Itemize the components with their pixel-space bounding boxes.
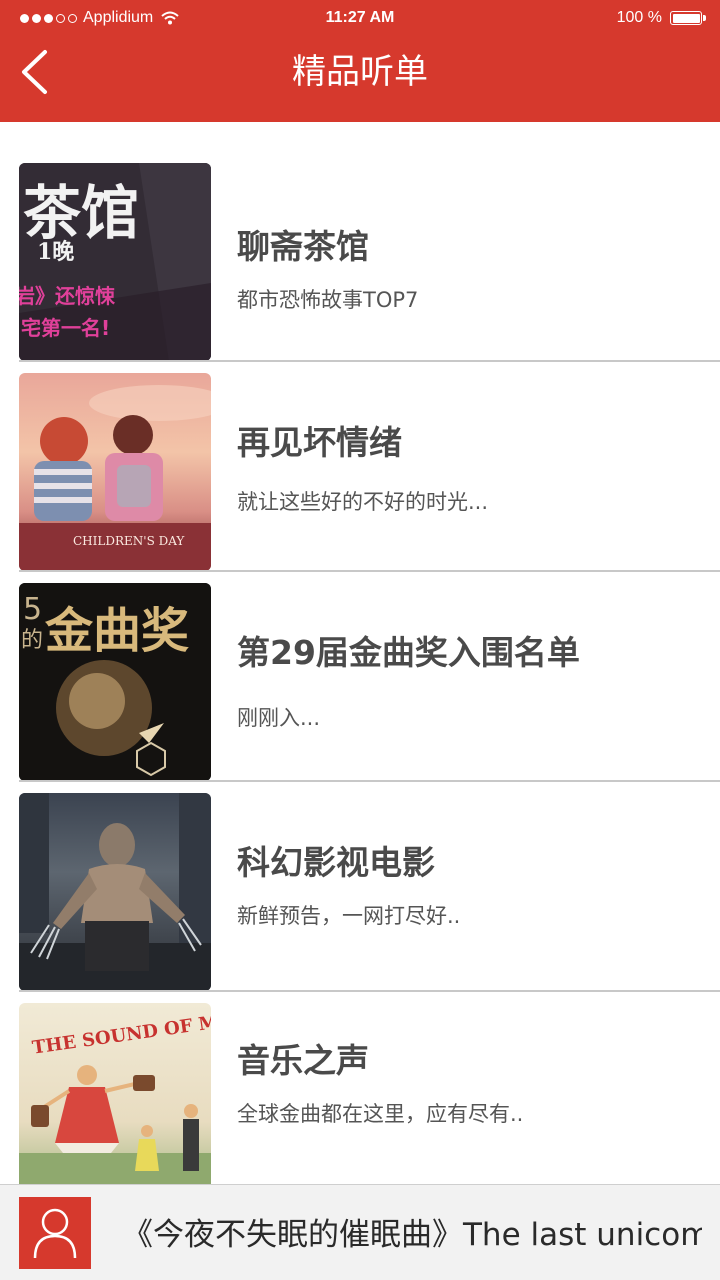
- list-item[interactable]: 茶馆 1晚 岩》还惊悚 宅第一名! 聊斋茶馆 都市恐怖故事TOP7: [0, 152, 720, 362]
- item-subtitle: 就让这些好的不好的时光...: [237, 490, 489, 514]
- item-subtitle: 新鲜预告，一网打尽好..: [237, 904, 461, 928]
- item-title: 科幻影视电影: [237, 843, 435, 882]
- cover-image: THE SOUND OF MUSIC: [19, 1003, 211, 1201]
- status-bar: Applidium 11:27 AM 100 %: [0, 0, 720, 36]
- cover-text: 宅第一名!: [21, 316, 110, 340]
- item-subtitle: 都市恐怖故事TOP7: [237, 288, 419, 312]
- battery-percent: 100 %: [616, 9, 662, 26]
- cover-text: 5: [23, 592, 42, 627]
- item-title: 第29届金曲奖入围名单: [237, 633, 580, 672]
- cover-text: 的: [21, 628, 43, 653]
- list-item[interactable]: THE SOUND OF MUSIC 音乐之声 全球金曲都在这里，应有尽有..: [0, 992, 720, 1202]
- cover-image: 5 的 金曲奖: [19, 583, 211, 781]
- status-time: 11:27 AM: [325, 9, 395, 26]
- cover-image: CHILDREN'S DAY: [19, 373, 211, 571]
- user-icon: [33, 1208, 77, 1259]
- now-playing-title[interactable]: 《今夜不失眠的催眠曲》The last unicom ..: [122, 1209, 702, 1254]
- cover-text: 岩》还惊悚: [19, 284, 116, 308]
- cover-text: 茶馆: [23, 179, 139, 247]
- cover-image: 茶馆 1晚 岩》还惊悚 宅第一名!: [19, 163, 211, 361]
- cover-image: [19, 793, 211, 991]
- list-item[interactable]: 5 的 金曲奖 第29届金曲奖入围名单 刚刚入...: [0, 572, 720, 782]
- cover-text: 金曲奖: [44, 603, 189, 659]
- app-header: Applidium 11:27 AM 100 % 精品听单: [0, 0, 720, 122]
- item-subtitle: 刚刚入...: [237, 706, 321, 730]
- now-playing-bar[interactable]: 《今夜不失眠的催眠曲》The last unicom ..: [0, 1184, 720, 1280]
- item-title: 聊斋茶馆: [237, 227, 369, 266]
- page-title: 精品听单: [292, 52, 428, 92]
- playlist-list: 茶馆 1晚 岩》还惊悚 宅第一名! 聊斋茶馆 都市恐怖故事TOP7 CHILDR…: [0, 152, 720, 1202]
- list-item[interactable]: CHILDREN'S DAY 再见坏情绪 就让这些好的不好的时光...: [0, 362, 720, 572]
- item-title: 音乐之声: [237, 1041, 369, 1080]
- list-item[interactable]: 科幻影视电影 新鲜预告，一网打尽好..: [0, 782, 720, 992]
- cover-text: 1晚: [37, 239, 74, 265]
- avatar[interactable]: [19, 1197, 91, 1269]
- item-subtitle: 全球金曲都在这里，应有尽有..: [237, 1102, 524, 1126]
- cover-text: CHILDREN'S DAY: [73, 534, 185, 548]
- battery-icon: [670, 11, 706, 25]
- item-title: 再见坏情绪: [237, 423, 402, 462]
- cover-text: THE SOUND OF MUSIC: [31, 1005, 211, 1059]
